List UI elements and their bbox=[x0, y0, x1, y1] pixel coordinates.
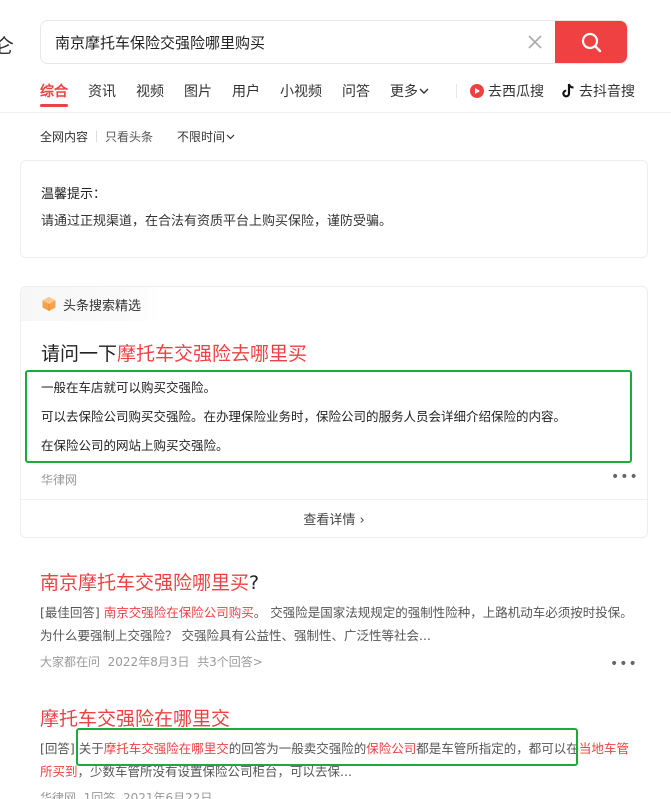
result-snippet: [最佳回答] 南京交强险在保险公司购买。 交强险是国家法规规定的强制性险种，上路… bbox=[40, 601, 640, 647]
tab-video[interactable]: 视频 bbox=[136, 81, 164, 101]
answer-line: 一般在车店就可以购买交强险。 bbox=[41, 380, 217, 395]
filter-all-content[interactable]: 全网内容 bbox=[40, 128, 88, 145]
search-bar bbox=[40, 20, 628, 64]
result-meta: 华律网 1回答 2021年6月22日 bbox=[40, 789, 640, 799]
cube-badge-icon bbox=[42, 297, 56, 311]
featured-divider bbox=[21, 499, 647, 500]
result-tag: [回答] bbox=[40, 741, 75, 756]
result-source[interactable]: 大家都在问 bbox=[40, 655, 100, 669]
result-date: 2022年8月3日 bbox=[107, 655, 190, 669]
search-input[interactable] bbox=[41, 21, 515, 63]
header-divider bbox=[0, 112, 671, 113]
result-date: 2021年6月22日 bbox=[122, 791, 213, 799]
result-meta: 大家都在问 2022年8月3日 共3个回答> bbox=[40, 653, 640, 670]
result-tag: [最佳回答] bbox=[40, 605, 100, 620]
featured-title[interactable]: 请问一下摩托车交强险去哪里买 bbox=[41, 339, 307, 366]
tab-qa[interactable]: 问答 bbox=[342, 81, 370, 101]
xigua-search-link[interactable]: 去西瓜搜 bbox=[469, 81, 544, 101]
tab-divider bbox=[456, 84, 457, 98]
tab-short-video[interactable]: 小视频 bbox=[280, 81, 322, 101]
douyin-logo-icon bbox=[562, 83, 574, 98]
answer-count: 1回答 bbox=[83, 791, 116, 799]
search-tabs: 综合 资讯 视频 图片 用户 小视频 问答 更多 去西瓜搜 去抖音搜 bbox=[40, 80, 651, 102]
notice-text: 请通过正规渠道，在合法有资质平台上购买保险，谨防受骗。 bbox=[41, 214, 393, 229]
tab-images[interactable]: 图片 bbox=[184, 81, 212, 101]
search-result: 南京摩托车交强险哪里买? [最佳回答] 南京交强险在保险公司购买。 交强险是国家… bbox=[40, 568, 640, 670]
more-options-icon[interactable]: ••• bbox=[611, 469, 639, 485]
result-title-highlight: 南京摩托车交强险哪里买 bbox=[40, 572, 250, 594]
snippet-highlight: 南京交强险在保险公司购买 bbox=[103, 605, 254, 620]
tab-news[interactable]: 资讯 bbox=[88, 81, 116, 101]
result-source[interactable]: 华律网 bbox=[40, 791, 76, 799]
notice-title: 温馨提示： bbox=[41, 187, 107, 202]
tab-more-label: 更多 bbox=[390, 84, 418, 100]
filter-bar: 全网内容 只看头条 不限时间 bbox=[40, 128, 236, 145]
xigua-logo-icon bbox=[470, 84, 484, 98]
answer-line: 可以去保险公司购买交强险。在办理保险业务时，保险公司的服务人员会详细介绍保险的内… bbox=[41, 409, 567, 424]
search-icon bbox=[581, 32, 602, 53]
annotation-highlight-box bbox=[76, 728, 578, 766]
featured-source[interactable]: 华律网 bbox=[41, 471, 77, 488]
filter-time[interactable]: 不限时间 bbox=[177, 128, 236, 145]
warning-notice: 温馨提示： 请通过正规渠道，在合法有资质平台上购买保险，谨防受骗。 bbox=[20, 160, 648, 258]
featured-title-plain: 请问一下 bbox=[41, 343, 118, 365]
chevron-down-icon bbox=[419, 88, 429, 94]
douyin-search-label: 去抖音搜 bbox=[579, 84, 635, 100]
filter-toutiao-only[interactable]: 只看头条 bbox=[105, 128, 153, 145]
page-edge-glyph: 仑 bbox=[0, 34, 14, 58]
tab-more[interactable]: 更多 bbox=[390, 81, 430, 101]
result-title-plain: ? bbox=[249, 572, 260, 594]
view-details-link[interactable]: 查看详情 › bbox=[21, 509, 647, 528]
answer-count-link[interactable]: 共3个回答> bbox=[197, 655, 263, 669]
search-button[interactable] bbox=[555, 21, 627, 63]
filter-time-label: 不限时间 bbox=[177, 130, 226, 144]
result-title[interactable]: 南京摩托车交强险哪里买? bbox=[40, 568, 640, 595]
close-icon bbox=[528, 35, 542, 49]
xigua-search-label: 去西瓜搜 bbox=[488, 84, 544, 100]
clear-search-button[interactable] bbox=[515, 21, 555, 63]
snippet-text: ，少数车管所没有设置保险公司柜台，可以去保... bbox=[77, 764, 352, 779]
tab-users[interactable]: 用户 bbox=[232, 81, 260, 101]
featured-title-highlight: 摩托车交强险去哪里买 bbox=[117, 343, 308, 365]
featured-badge: 头条搜索精选 bbox=[21, 287, 162, 321]
more-options-icon[interactable]: ••• bbox=[610, 656, 638, 672]
featured-answer-card: 头条搜索精选 请问一下摩托车交强险去哪里买 一般在车店就可以购买交强险。 可以去… bbox=[20, 286, 648, 538]
active-tab-indicator bbox=[40, 104, 68, 107]
douyin-search-link[interactable]: 去抖音搜 bbox=[560, 81, 635, 101]
answer-line: 在保险公司的网站上购买交强险。 bbox=[41, 438, 229, 453]
answer-highlight-box: 一般在车店就可以购买交强险。 可以去保险公司购买交强险。在办理保险业务时，保险公… bbox=[25, 370, 632, 463]
chevron-down-icon bbox=[226, 134, 235, 140]
tab-all[interactable]: 综合 bbox=[40, 81, 68, 101]
filter-divider bbox=[96, 131, 98, 142]
result-title[interactable]: 摩托车交强险在哪里交 bbox=[40, 704, 640, 731]
featured-badge-label: 头条搜索精选 bbox=[63, 298, 142, 314]
